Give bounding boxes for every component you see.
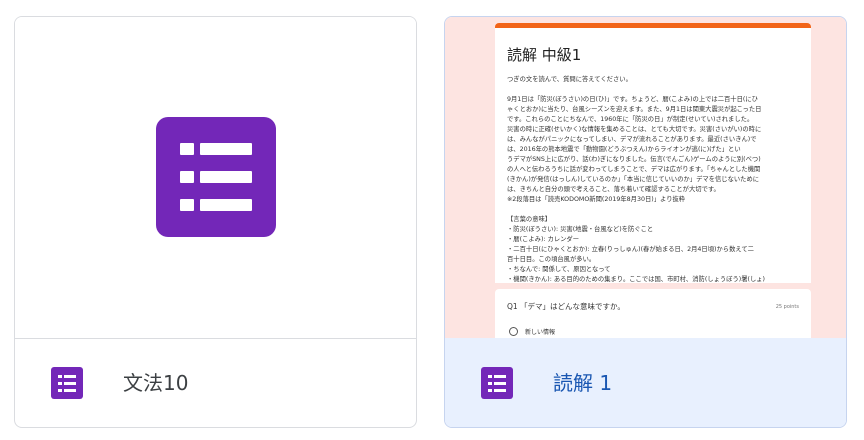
preview-body: つぎの文を読んで、質問に答えてください。 9月1日は「防災(ぼうさい)の日(ひ)… (507, 75, 799, 283)
preview-line: つぎの文を読んで、質問に答えてください。 (507, 76, 632, 83)
form-thumbnail (15, 17, 416, 339)
card-footer: 文法10 (15, 338, 416, 427)
preview-heading: 読解 中級1 (507, 46, 582, 64)
preview-line: ・暦(こよみ): カレンダー (507, 236, 580, 243)
preview-line: (きかん)が発信(はっしん)しているのか」「本当に信じていいのか」デマを信じない… (507, 176, 760, 183)
forms-list-icon (51, 367, 83, 399)
preview-line (507, 205, 799, 215)
preview-line: の人へと伝わるうちに話が変わってしまうことで、デマは広がります。「ちゃんとした機… (507, 166, 761, 173)
preview-line: は、みんながパニックになってしまい、デマが流れることがあります。最近(さいきん)… (507, 136, 757, 143)
preview-line: は、きちんと自分の頭で考えること、落ち着いて確認することが大切です。 (507, 186, 720, 193)
preview-line: ※2段落目は「読売KODOMO新聞(2019年8月30日)」より抜粋 (507, 196, 686, 203)
option-label: 新しい情報 (525, 329, 556, 336)
form-title[interactable]: 読解 1 (553, 369, 612, 397)
radio-option (509, 327, 518, 336)
preview-line (507, 85, 799, 95)
preview-line: ・二百十日(にひゃくとおか): 立春(りっしゅん)(春が始まる日、2月4日頃)か… (507, 246, 754, 253)
form-card-bunpou10[interactable]: 文法10 (14, 16, 417, 428)
forms-list-icon (156, 117, 276, 237)
preview-line: 百十日目。この頃台風が多い。 (507, 256, 596, 263)
preview-line: です。これらのことにちなんで、1960年に「防災の日」が制定(せいてい)されまし… (507, 116, 754, 123)
preview-line: うデマがSNS上に広がり、話(わ)ぎになりました。伝言(でんごん)ゲームのように… (507, 156, 761, 163)
question-text: Q1 「デマ」はどんな意味ですか。 (507, 302, 625, 311)
card-footer: 読解 1 (445, 338, 846, 427)
question-points: 25 points (775, 304, 799, 310)
preview-line: ・ちなんで: 関係して、原因となって (507, 266, 611, 273)
form-card-dokkai1[interactable]: 読解 中級1 つぎの文を読んで、質問に答えてください。 9月1日は「防災(ぼうさ… (444, 16, 847, 428)
preview-line: ゃくとおか)に当たり、台風シーズンを迎えます。また、9月1日は関東大震災が起こっ… (507, 106, 762, 113)
form-preview-document: 読解 中級1 つぎの文を読んで、質問に答えてください。 9月1日は「防災(ぼうさ… (495, 23, 811, 283)
form-thumbnail: 読解 中級1 つぎの文を読んで、質問に答えてください。 9月1日は「防災(ぼうさ… (445, 17, 846, 359)
form-title[interactable]: 文法10 (123, 369, 188, 397)
preview-line: ・防災(ぼうさい): 災害(地震・台風など)を防ぐこと (507, 226, 654, 233)
preview-line: 災害の時に正確(せいかく)な情報を集めることは、とても大切です。災害(さいがい)… (507, 126, 762, 133)
preview-line: は、2016年の熊本地震で「動物園(どうぶつえん)からライオンが逃(に)げた」と… (507, 146, 741, 153)
preview-line: ・機関(きかん): ある目的のための集まり。ここでは国、市町村、消防(しょうぼう… (507, 276, 766, 283)
forms-list-icon (481, 367, 513, 399)
preview-line: 9月1日は「防災(ぼうさい)の日(ひ)」です。ちょうど、暦(こよみ)の上では二百… (507, 96, 758, 103)
preview-line: 【言葉の意味】 (507, 216, 552, 223)
